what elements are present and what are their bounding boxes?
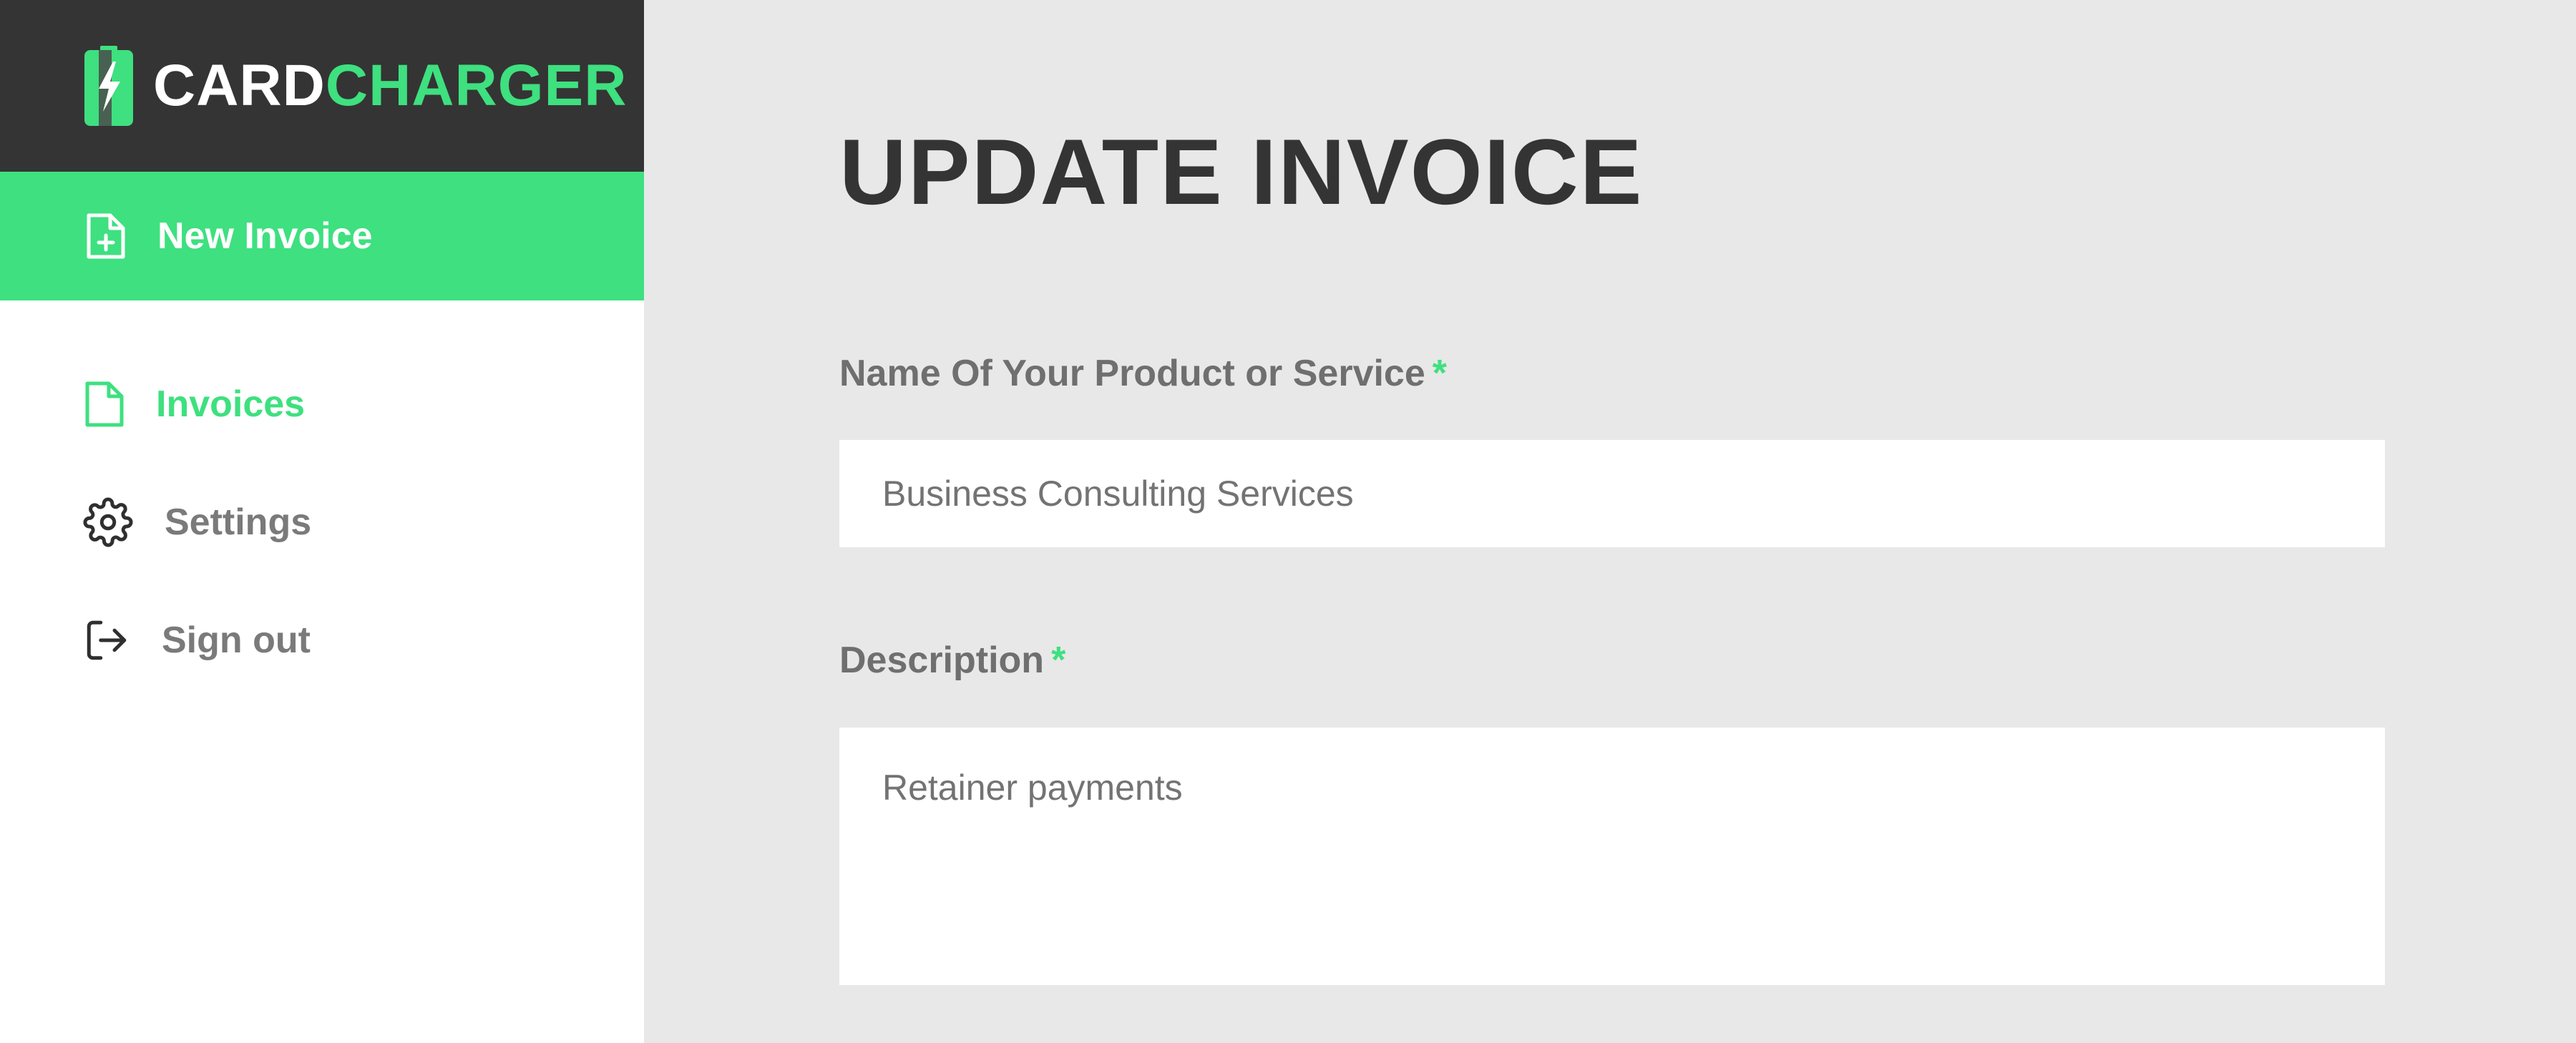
- required-marker: *: [1432, 353, 1448, 394]
- description-label: Description *: [839, 639, 1065, 682]
- sidebar-item-sign-out[interactable]: Sign out: [0, 601, 644, 680]
- sidebar-item-settings[interactable]: Settings: [0, 483, 644, 562]
- sidebar-item-label: Sign out: [162, 620, 311, 661]
- sidebar-nav: Invoices Settings Sign out: [0, 300, 644, 680]
- sidebar-item-label: Settings: [165, 501, 312, 543]
- page-title: UPDATE INVOICE: [839, 119, 1644, 224]
- sign-out-icon: [87, 620, 127, 660]
- product-name-label-text: Name Of Your Product or Service: [839, 353, 1425, 394]
- file-icon: [85, 381, 124, 427]
- new-invoice-label: New Invoice: [157, 215, 373, 257]
- sidebar: CARDCHARGER New Invoice Invoices Setting…: [0, 0, 644, 1043]
- description-textarea[interactable]: Retainer payments: [839, 728, 2385, 985]
- file-plus-icon: [87, 213, 125, 259]
- brand-header: CARDCHARGER: [0, 0, 644, 172]
- description-label-text: Description: [839, 640, 1045, 681]
- product-name-label: Name Of Your Product or Service *: [839, 352, 1447, 395]
- brand-name-part1: CARD: [153, 53, 326, 118]
- product-name-input[interactable]: [839, 440, 2385, 547]
- brand-name-part2: CHARGER: [325, 53, 628, 118]
- sidebar-item-invoices[interactable]: Invoices: [0, 365, 644, 444]
- required-marker: *: [1051, 640, 1066, 681]
- main-content: UPDATE INVOICE Name Of Your Product or S…: [644, 0, 2576, 1043]
- battery-bolt-icon: [84, 46, 133, 126]
- gear-icon: [83, 497, 133, 547]
- new-invoice-button[interactable]: New Invoice: [0, 172, 644, 300]
- brand-logo-text[interactable]: CARDCHARGER: [153, 57, 627, 115]
- sidebar-item-label: Invoices: [156, 383, 306, 425]
